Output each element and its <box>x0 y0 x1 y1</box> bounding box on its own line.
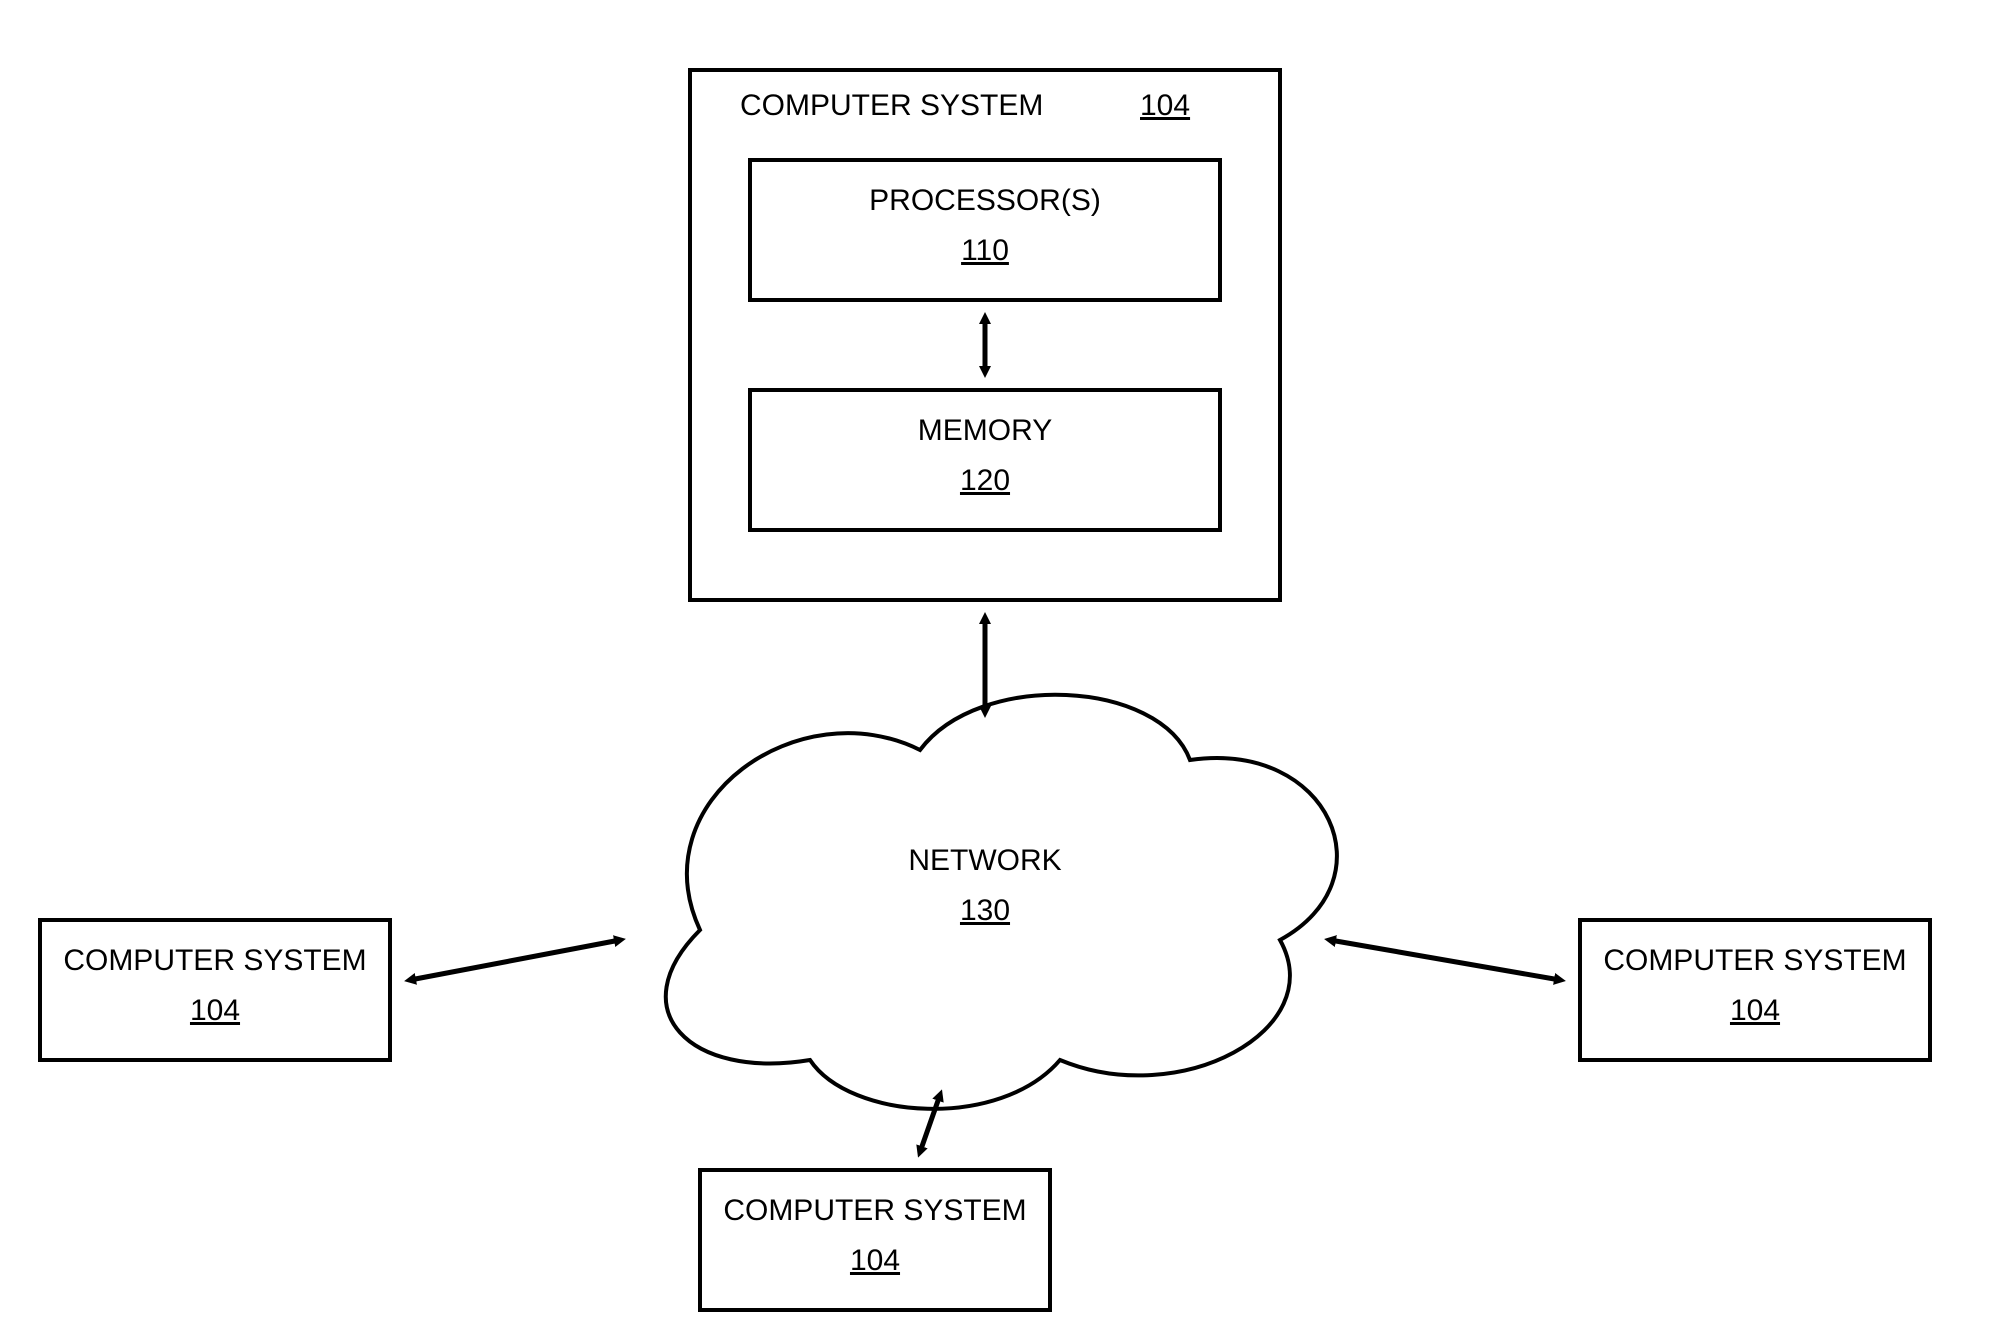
main-system-label: COMPUTER SYSTEM <box>740 89 1043 122</box>
arrow-right-network <box>1330 940 1560 980</box>
right-computer-system-block: COMPUTER SYSTEM 104 <box>1580 920 1930 1060</box>
main-computer-system-block: COMPUTER SYSTEM 104 PROCESSOR(S) 110 MEM… <box>690 70 1280 600</box>
processor-label: PROCESSOR(S) <box>869 184 1101 217</box>
network-label: NETWORK <box>908 844 1061 877</box>
left-system-label: COMPUTER SYSTEM <box>63 944 366 977</box>
bottom-computer-system-block: COMPUTER SYSTEM 104 <box>700 1170 1050 1310</box>
network-ref: 130 <box>960 894 1010 927</box>
bottom-system-label: COMPUTER SYSTEM <box>723 1194 1026 1227</box>
left-computer-system-block: COMPUTER SYSTEM 104 <box>40 920 390 1060</box>
network-cloud: NETWORK 130 <box>666 695 1337 1109</box>
bottom-system-ref: 104 <box>850 1244 900 1277</box>
diagram-canvas: COMPUTER SYSTEM 104 PROCESSOR(S) 110 MEM… <box>0 0 1994 1341</box>
right-system-ref: 104 <box>1730 994 1780 1027</box>
memory-label: MEMORY <box>918 414 1052 447</box>
processor-ref: 110 <box>961 234 1009 267</box>
main-system-ref: 104 <box>1140 89 1190 122</box>
left-system-ref: 104 <box>190 994 240 1027</box>
arrow-bottom-network <box>920 1095 940 1152</box>
arrow-left-network <box>410 940 620 980</box>
memory-ref: 120 <box>960 464 1010 497</box>
right-system-label: COMPUTER SYSTEM <box>1603 944 1906 977</box>
